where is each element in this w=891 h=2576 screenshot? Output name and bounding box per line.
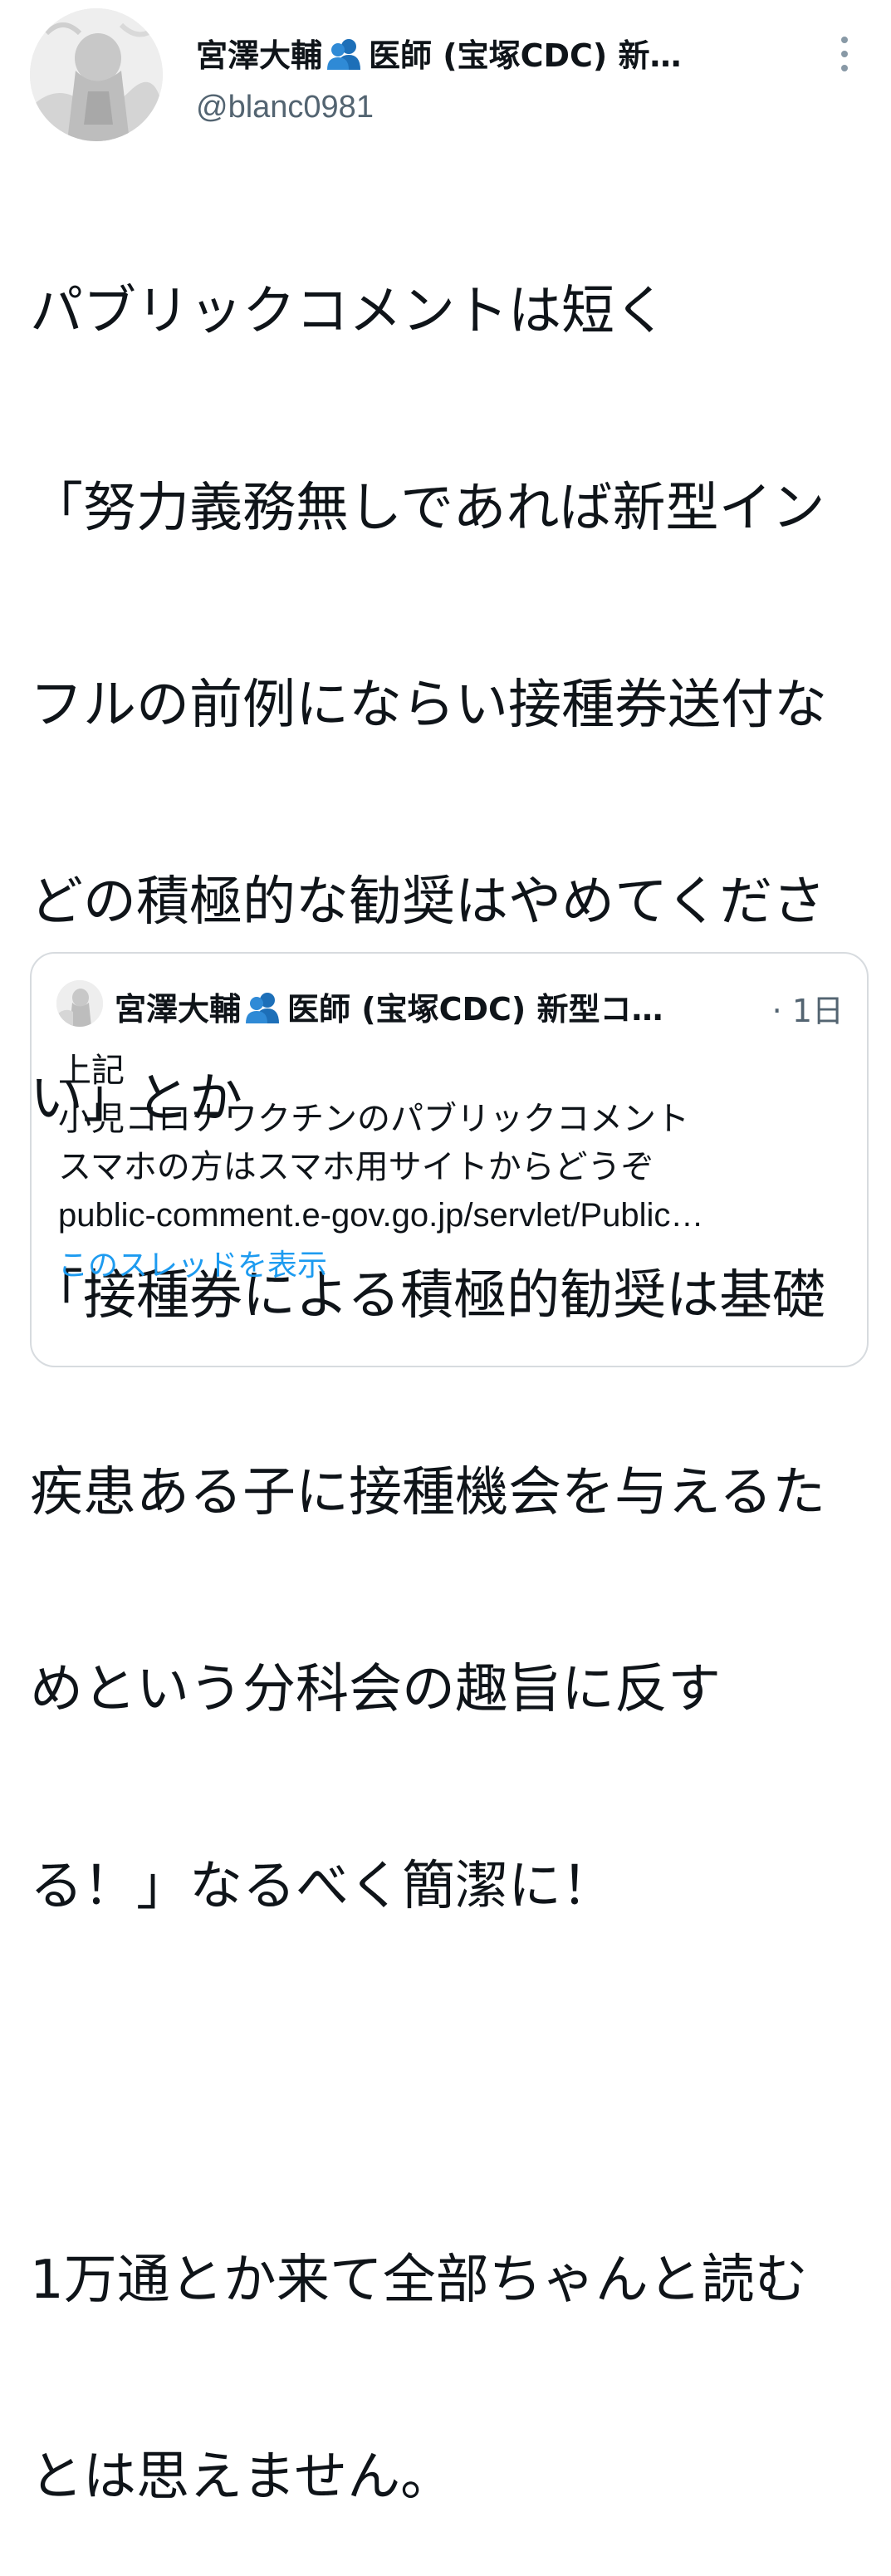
- tweet-line: る！」なるべく簡潔に！: [30, 1856, 614, 1917]
- quoted-timestamp: · 1日: [771, 993, 844, 1029]
- tweet-line: 「努力義務無しであれば新型イン: [30, 478, 825, 539]
- quoted-line: 小児コロナワクチンのパブリックコメント: [58, 1100, 689, 1138]
- tweet-line: めという分科会の趣旨に反す: [30, 1659, 721, 1720]
- author-handle[interactable]: @blanc0981: [196, 90, 374, 125]
- tweet-line: とは思えません。: [30, 2446, 454, 2508]
- avatar-photo-icon: [30, 8, 163, 141]
- author-name-part2: 医師 (宝塚CDC) 新…: [369, 37, 682, 74]
- quoted-tweet-card[interactable]: 宮澤大輔 医師 (宝塚CDC) 新型コ… · 1日 上記 小児コロナワクチンのパ…: [30, 952, 869, 1367]
- quoted-author-name: 宮澤大輔 医師 (宝塚CDC) 新型コ…: [115, 984, 712, 1029]
- show-thread-link[interactable]: このスレッドを表示: [58, 1241, 327, 1284]
- author-name[interactable]: 宮澤大輔 医師 (宝塚CDC) 新…: [196, 30, 794, 76]
- quoted-author-name-part1: 宮澤大輔: [115, 991, 242, 1028]
- tweet-line: パブリックコメントは短く: [30, 281, 668, 342]
- avatar-photo-icon: [56, 980, 103, 1027]
- tweet-line: 1万通とか来て全部ちゃんと読む: [30, 2250, 808, 2311]
- more-options-icon[interactable]: [832, 33, 857, 75]
- quoted-author-name-part2: 医師 (宝塚CDC) 新型コ…: [287, 991, 663, 1028]
- tweet-header: 宮澤大輔 医師 (宝塚CDC) 新… @blanc0981: [30, 8, 869, 141]
- author-name-part1: 宮澤大輔: [196, 37, 323, 74]
- quoted-line: スマホの方はスマホ用サイトからどうぞ: [58, 1148, 654, 1186]
- tweet-line: どの積極的な勧奨はやめてくださ: [30, 871, 826, 933]
- people-icon: [326, 37, 364, 70]
- quoted-link-text: public-comment.e-gov.go.jp/servlet/Publi…: [58, 1197, 704, 1234]
- quoted-tweet-text: 上記 小児コロナワクチンのパブリックコメント スマホの方はスマホ用サイトからどう…: [58, 1047, 839, 1239]
- quoted-author-avatar: [56, 980, 103, 1027]
- people-icon: [244, 990, 282, 1023]
- author-avatar[interactable]: [30, 8, 163, 141]
- tweet-line: フルの前例にならい接種券送付な: [30, 675, 827, 736]
- tweet-line: 疾患ある子に接種機会を与えるた: [30, 1462, 826, 1524]
- quoted-line: 上記: [58, 1052, 125, 1090]
